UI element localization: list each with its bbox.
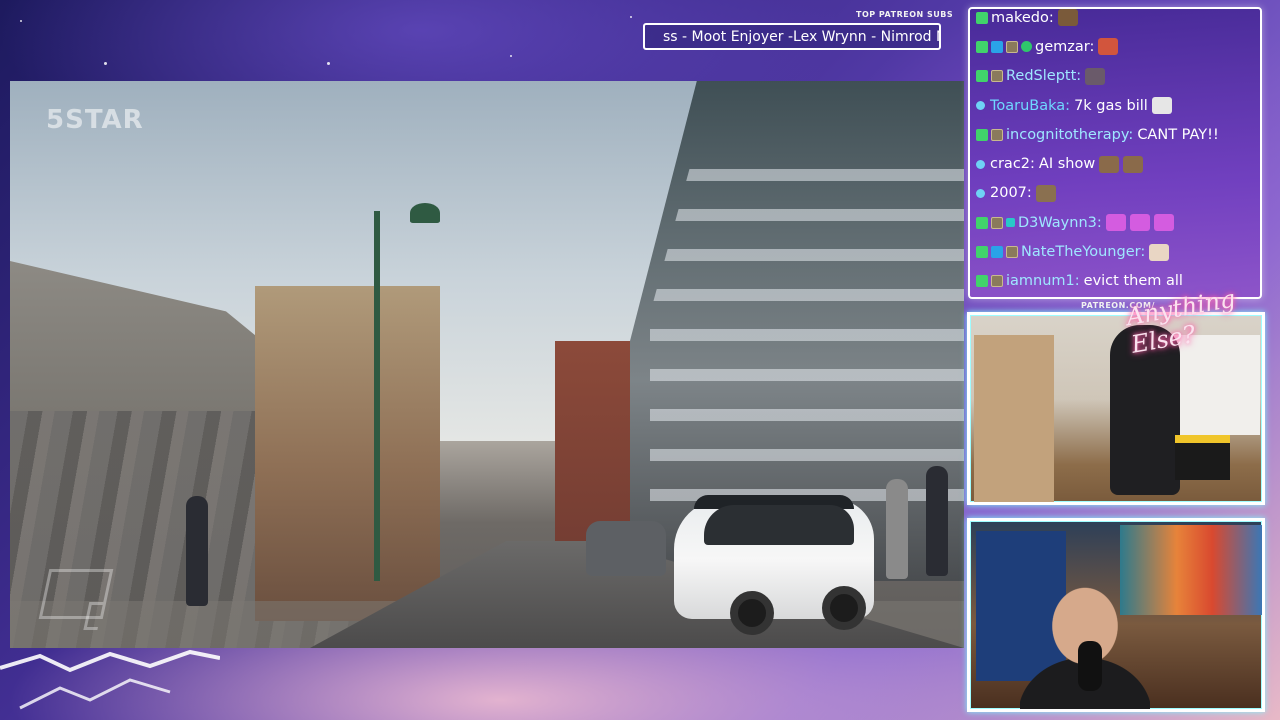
microphone-icon bbox=[1078, 641, 1102, 691]
lightning-decoration-icon bbox=[0, 649, 220, 710]
ticker-text: ss - Moot Enjoyer -Lex Wrynn - Nimrod Ni bbox=[663, 29, 941, 45]
sub-badge-icon bbox=[991, 128, 1003, 141]
chat-username[interactable]: 2007: bbox=[990, 185, 1032, 201]
dot-badge-icon bbox=[976, 159, 985, 169]
k-badge-icon bbox=[976, 246, 988, 259]
chat-text: evict them all bbox=[1083, 273, 1183, 290]
k-badge-icon bbox=[976, 216, 988, 229]
chat-message: D3Waynn3: bbox=[976, 208, 1258, 237]
patreon-ticker: ss - Moot Enjoyer -Lex Wrynn - Nimrod Ni bbox=[643, 23, 941, 50]
video-street-lamp-head bbox=[410, 203, 440, 223]
chat-text: CANT PAY!! bbox=[1137, 126, 1219, 143]
emote-icon bbox=[1035, 184, 1056, 202]
chat-username[interactable]: makedo: bbox=[991, 10, 1054, 26]
emote-icon bbox=[1151, 97, 1172, 115]
chat-username[interactable]: iamnum1: bbox=[1006, 273, 1080, 289]
star bbox=[630, 16, 632, 18]
chat-message-list: makedo: gemzar: RedSleptt: ToaruBaka: 7k gas… bbox=[976, 9, 1258, 296]
prime-badge-icon bbox=[991, 40, 1003, 53]
emote-icon bbox=[1099, 155, 1120, 173]
mod-badge-icon bbox=[1006, 218, 1015, 228]
video-street-lamp bbox=[374, 211, 380, 581]
emote-icon bbox=[1098, 38, 1119, 56]
emote-icon bbox=[1129, 214, 1150, 232]
ticker-title: TOP PATREON SUBS bbox=[856, 10, 954, 19]
k-badge-icon bbox=[976, 275, 988, 288]
chat-message: NateTheYounger: bbox=[976, 237, 1258, 266]
video-car-wheel bbox=[730, 591, 774, 635]
k-badge-icon bbox=[976, 128, 988, 141]
hex-badge-icon bbox=[1021, 41, 1032, 53]
video-building-windows bbox=[650, 141, 964, 501]
chat-username[interactable]: incognitotherapy: bbox=[1006, 127, 1133, 143]
star bbox=[104, 62, 107, 65]
prime-badge-icon bbox=[991, 246, 1003, 259]
sub-badge-icon bbox=[1006, 40, 1018, 53]
chat-message: crac2: AI show bbox=[976, 149, 1258, 178]
sub-badge-icon bbox=[991, 70, 1003, 83]
emote-icon bbox=[1057, 9, 1078, 27]
dot-badge-icon bbox=[976, 188, 985, 198]
chat-message: makedo: bbox=[976, 9, 1258, 32]
emote-icon bbox=[1149, 243, 1170, 261]
chat-text: 7k gas bill bbox=[1074, 97, 1148, 114]
chat-username[interactable]: D3Waynn3: bbox=[1018, 215, 1102, 231]
chat-panel: makedo: gemzar: RedSleptt: ToaruBaka: 7k gas… bbox=[968, 7, 1262, 299]
chat-username[interactable]: NateTheYounger: bbox=[1021, 244, 1145, 260]
chat-message: gemzar: bbox=[976, 32, 1258, 61]
chat-message: 2007: bbox=[976, 179, 1258, 208]
star bbox=[510, 55, 512, 57]
video-grey-car bbox=[586, 521, 666, 576]
video-player[interactable]: 5STAR bbox=[10, 81, 964, 648]
video-watermark-logo-icon bbox=[38, 569, 114, 630]
video-pedestrian bbox=[186, 496, 208, 606]
chat-message: incognitotherapy: CANT PAY!! bbox=[976, 120, 1258, 149]
emote-icon bbox=[1105, 214, 1126, 232]
star bbox=[20, 20, 22, 22]
streamer-webcam bbox=[967, 518, 1265, 712]
chat-username[interactable]: crac2: bbox=[990, 156, 1035, 172]
video-white-car-window bbox=[704, 505, 854, 545]
video-building-mid bbox=[255, 286, 440, 621]
k-badge-icon bbox=[976, 70, 988, 83]
dot-badge-icon bbox=[976, 101, 985, 111]
star bbox=[327, 62, 330, 65]
chat-message: ToaruBaka: 7k gas bill bbox=[976, 91, 1258, 120]
chat-username[interactable]: gemzar: bbox=[1035, 39, 1094, 55]
sub-badge-icon bbox=[991, 216, 1003, 229]
video-car-wheel bbox=[822, 586, 866, 630]
chat-username[interactable]: RedSleptt: bbox=[1006, 68, 1081, 84]
room-bag bbox=[1175, 435, 1230, 480]
chat-username[interactable]: ToaruBaka: bbox=[990, 98, 1070, 114]
emote-icon bbox=[1085, 67, 1106, 85]
chat-text: AI show bbox=[1038, 156, 1096, 173]
sub-badge-icon bbox=[1006, 246, 1018, 259]
room-shelf bbox=[974, 335, 1054, 502]
emote-icon bbox=[1153, 214, 1174, 232]
chat-message: RedSleptt: bbox=[976, 62, 1258, 91]
k-badge-icon bbox=[976, 11, 988, 24]
video-pedestrian bbox=[926, 466, 948, 576]
sub-badge-icon bbox=[991, 275, 1003, 288]
video-pedestrian bbox=[886, 479, 908, 579]
video-watermark-5star: 5STAR bbox=[46, 105, 144, 135]
emote-icon bbox=[1123, 155, 1144, 173]
k-badge-icon bbox=[976, 40, 988, 53]
